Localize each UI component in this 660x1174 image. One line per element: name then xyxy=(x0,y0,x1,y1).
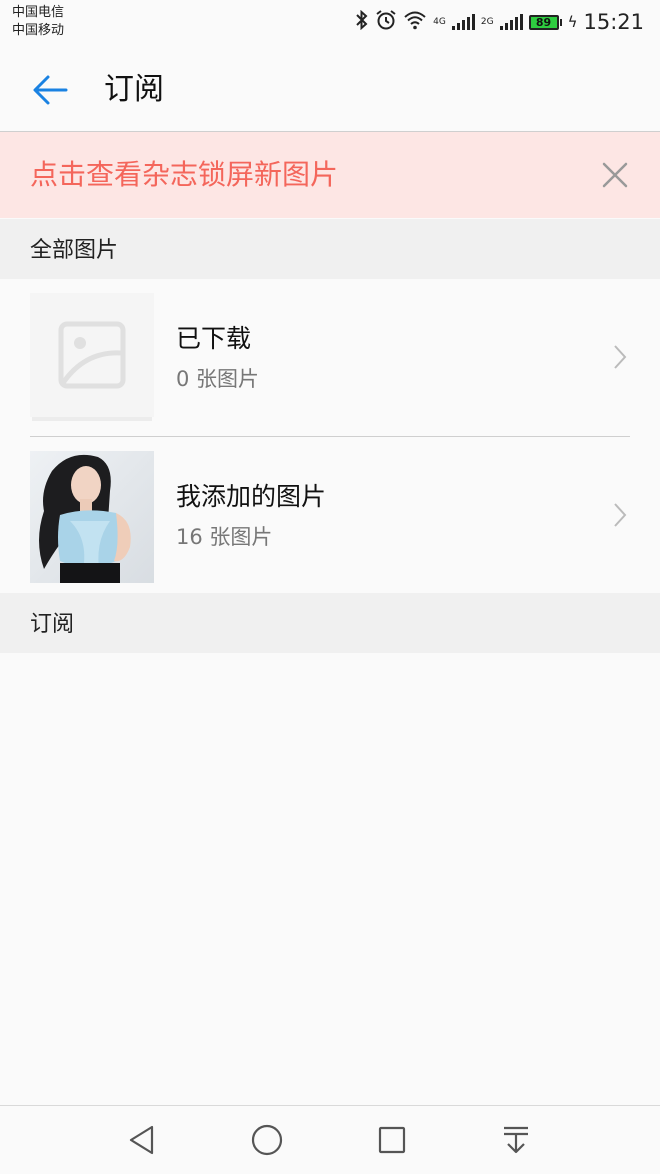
battery-level: 89 xyxy=(528,14,559,30)
carrier-1: 中国电信 xyxy=(12,5,65,20)
network-type-label-2: 2G xyxy=(480,16,494,27)
list-item-my-added-pictures[interactable]: 我添加的图片 16 张图片 xyxy=(0,437,660,593)
chevron-right-icon xyxy=(610,343,630,371)
row-title: 我添加的图片 xyxy=(176,482,327,511)
clock: 15:21 xyxy=(583,10,644,34)
magazine-banner[interactable]: 点击查看杂志锁屏新图片 xyxy=(0,132,660,218)
chevron-right-icon xyxy=(610,501,630,529)
network-type-label-1: 4G xyxy=(433,16,446,27)
app-header: 订阅 xyxy=(0,44,660,132)
bluetooth-icon xyxy=(355,9,369,34)
wifi-icon xyxy=(403,10,427,34)
charging-icon: ϟ xyxy=(567,13,578,31)
nav-notification-button[interactable] xyxy=(498,1122,534,1158)
nav-back-button[interactable] xyxy=(124,1122,160,1158)
carrier-names: 中国电信 中国移动 xyxy=(12,4,64,40)
home-circle-icon xyxy=(251,1124,283,1156)
status-bar: 中国电信 中国移动 4G 2G 89 ϟ 15:21 xyxy=(0,0,660,44)
section-header-all-pictures: 全部图片 xyxy=(0,219,660,279)
photo-thumbnail xyxy=(30,451,154,583)
signal-icon-2 xyxy=(499,14,523,30)
image-placeholder-icon xyxy=(30,293,154,421)
row-subtitle: 16 张图片 xyxy=(176,525,273,549)
recents-square-icon xyxy=(378,1126,406,1154)
battery-icon: 89 xyxy=(528,14,562,30)
arrow-left-icon xyxy=(33,75,68,105)
nav-recents-button[interactable] xyxy=(374,1122,410,1158)
list-item-downloaded[interactable]: 已下载 0 张图片 xyxy=(0,279,660,435)
banner-text[interactable]: 点击查看杂志锁屏新图片 xyxy=(30,156,338,194)
carrier-2: 中国移动 xyxy=(12,23,65,38)
system-nav-bar xyxy=(0,1105,660,1174)
signal-icon xyxy=(451,14,475,30)
section-header-subscriptions: 订阅 xyxy=(0,593,660,653)
row-title: 已下载 xyxy=(176,324,252,353)
alarm-icon xyxy=(375,9,397,35)
banner-close-button[interactable] xyxy=(594,154,636,196)
nav-home-button[interactable] xyxy=(249,1122,285,1158)
close-icon xyxy=(602,162,628,188)
back-button[interactable] xyxy=(28,68,72,112)
page-title: 订阅 xyxy=(104,72,164,107)
back-triangle-icon xyxy=(129,1125,154,1155)
section-title: 订阅 xyxy=(30,612,75,637)
row-subtitle: 0 张图片 xyxy=(176,367,260,391)
status-icons: 4G 2G 89 ϟ 15:21 xyxy=(355,8,644,36)
notification-pull-icon xyxy=(504,1126,528,1154)
section-title: 全部图片 xyxy=(30,238,119,263)
